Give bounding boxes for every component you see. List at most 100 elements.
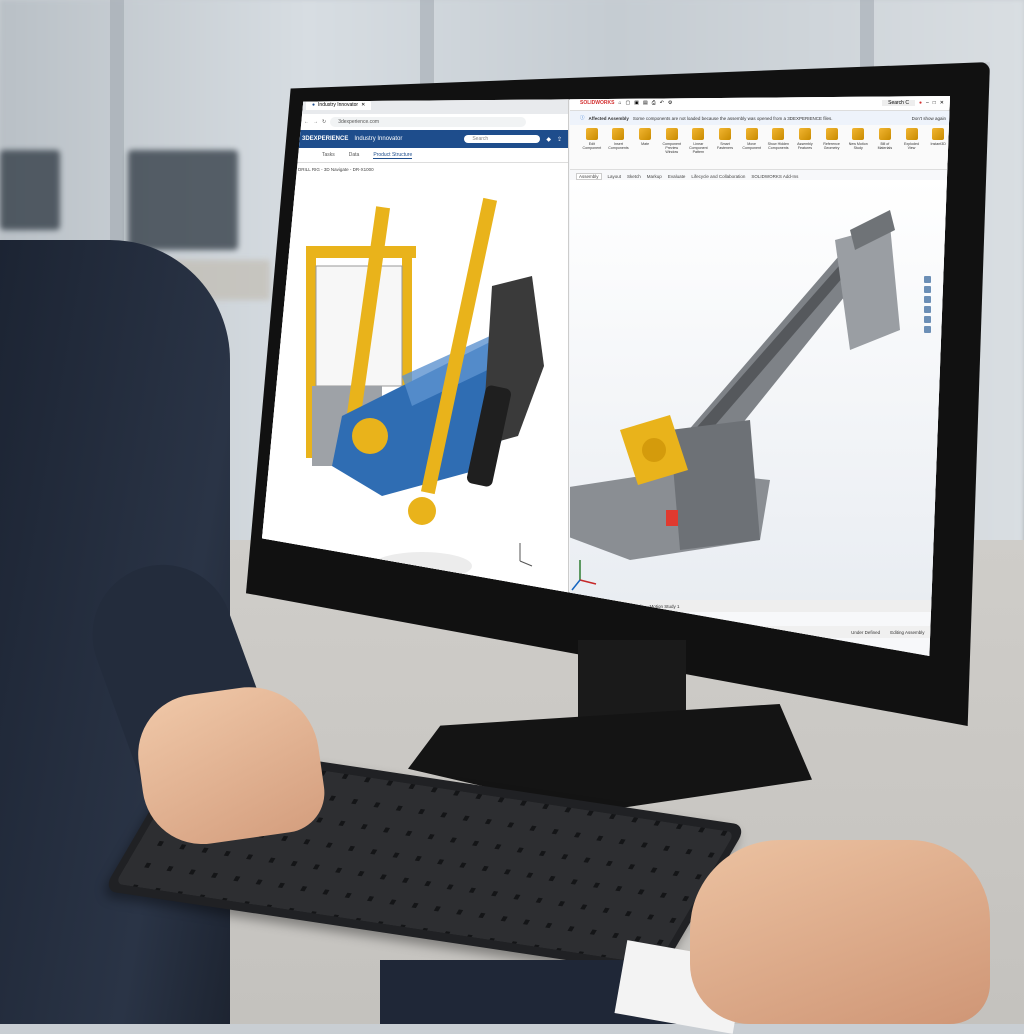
tab-evaluate[interactable]: Evaluate	[668, 174, 686, 179]
task-pane-tabs	[924, 276, 932, 333]
ribbon-button[interactable]: Exploded View	[900, 125, 924, 163]
drill-head	[408, 497, 436, 525]
solidworks-logo: SOLIDWORKS	[580, 100, 615, 106]
undo-icon[interactable]: ↶	[660, 100, 664, 106]
ribbon-button[interactable]: Component Preview Window	[660, 125, 684, 163]
tab-product-structure[interactable]: Product Structure	[373, 152, 413, 159]
graphics-area[interactable]	[550, 180, 950, 600]
status-defined: Under Defined	[851, 629, 881, 635]
app-brand: 3DEXPERIENCE	[302, 136, 349, 142]
address-bar-row: ← → ↻ 3dexperience.com	[262, 114, 568, 130]
tab-markup[interactable]: Markup	[647, 174, 662, 179]
ribbon-button[interactable]: Mate	[633, 125, 657, 163]
forward-icon[interactable]: →	[313, 119, 318, 125]
tab-data[interactable]: Data	[349, 152, 360, 158]
ribbon-label: Move Component	[742, 142, 761, 150]
print-icon[interactable]: ⎙	[652, 100, 656, 106]
close-icon[interactable]: ✕	[940, 100, 944, 106]
back-icon[interactable]: ←	[304, 119, 309, 125]
info-text: Some components are not loaded because t…	[632, 115, 833, 121]
exploded-view-icon	[905, 128, 918, 140]
move-component-icon	[745, 128, 758, 140]
bill-of-materials-icon	[878, 128, 891, 140]
ribbon-label: Component Preview Window	[662, 142, 682, 154]
dont-show-again-checkbox[interactable]: Don't show again	[912, 116, 946, 121]
close-icon[interactable]: ✕	[361, 102, 365, 108]
breadcrumb: DRILL RIG - 3D Navigate - DR-X1000	[262, 163, 568, 175]
cab-roof	[306, 246, 416, 258]
ribbon-button[interactable]: Show Hidden Components	[766, 125, 790, 163]
ribbon-button[interactable]: Assembly Features	[793, 125, 817, 163]
tab-layout[interactable]: Layout	[608, 174, 622, 179]
tab-sketch[interactable]: Sketch	[627, 174, 641, 179]
ribbon-label: Linear Component Pattern	[689, 142, 708, 154]
design-library-icon[interactable]	[924, 286, 931, 293]
tab-lifecycle[interactable]: Lifecycle and Collaboration	[691, 174, 745, 179]
edit-component-icon	[585, 128, 598, 140]
ribbon-button[interactable]: Edit Component	[580, 125, 604, 163]
browser-tab-title: Industry Innovator	[318, 102, 359, 108]
mate-icon	[639, 128, 652, 140]
ribbon-label: Show Hidden Components	[767, 142, 789, 150]
ribbon-label: Exploded View	[904, 142, 919, 150]
show-hidden-icon	[772, 128, 785, 140]
axis-triad	[571, 560, 597, 591]
smart-fasteners-icon	[719, 128, 732, 140]
home-icon[interactable]: ⌂	[618, 100, 621, 106]
red-component	[666, 510, 678, 526]
ribbon-button[interactable]: New Motion Study	[846, 125, 870, 163]
tab-assembly[interactable]: Assembly	[576, 172, 602, 180]
ribbon-button[interactable]: Reference Geometry	[820, 125, 844, 163]
maximize-icon[interactable]: □	[933, 100, 936, 106]
tab-addins[interactable]: SOLIDWORKS Add-Ins	[751, 174, 798, 179]
browser-tab[interactable]: ● Industry Innovator ✕	[306, 100, 372, 110]
settings-icon[interactable]: ⚙	[668, 100, 672, 106]
boom-column	[670, 420, 760, 550]
app-name[interactable]: Industry Innovator	[354, 136, 402, 142]
file-explorer-icon[interactable]	[924, 296, 931, 303]
gearbox-flange	[642, 438, 666, 462]
reference-geometry-icon	[825, 128, 838, 140]
boom-assembly-model	[550, 210, 900, 591]
view-palette-icon[interactable]	[924, 306, 931, 313]
info-icon: ⓘ	[580, 115, 585, 120]
open-icon[interactable]: ▣	[634, 100, 639, 106]
ribbon-label: Mate	[641, 142, 650, 146]
ribbon-button[interactable]: Smart Fasteners	[713, 125, 737, 163]
ribbon-button[interactable]: Bill of Materials	[873, 125, 897, 163]
ribbon-label: New Motion Study	[848, 142, 868, 150]
save-icon[interactable]: ▤	[643, 100, 648, 106]
appearances-icon[interactable]	[924, 316, 931, 323]
gear-housing	[352, 418, 388, 454]
info-banner: ⓘ Affected Assembly Some components are …	[570, 111, 950, 125]
ribbon-label: Insert Components	[608, 142, 629, 150]
ribbon-button[interactable]: Insert Components	[607, 125, 631, 163]
address-bar[interactable]: 3dexperience.com	[330, 117, 527, 127]
resources-icon[interactable]	[924, 276, 931, 283]
search-input[interactable]: Search	[464, 135, 541, 143]
content-tabs: Tasks Data Product Structure	[262, 148, 568, 163]
cad-search-input[interactable]: Search C	[882, 100, 915, 106]
breadcrumb-text: DRILL RIG - 3D Navigate - DR-X1000	[298, 166, 374, 172]
ribbon-label: Edit Component	[582, 142, 602, 150]
command-manager-ribbon: Edit Component Insert Components Mate Co…	[570, 125, 950, 170]
help-icon[interactable]: ●	[919, 100, 922, 106]
ribbon-label: Reference Geometry	[823, 142, 840, 150]
minimize-icon[interactable]: –	[926, 100, 929, 106]
custom-properties-icon[interactable]	[924, 326, 931, 333]
share-icon[interactable]: ⇪	[557, 136, 562, 143]
reload-icon[interactable]: ↻	[322, 119, 326, 125]
linear-pattern-icon	[692, 128, 705, 140]
ribbon-button[interactable]: Move Component	[740, 125, 764, 163]
ribbon-button[interactable]: Instant3D	[926, 125, 950, 163]
info-label: Affected Assembly	[588, 115, 629, 121]
insert-components-icon	[612, 128, 625, 140]
status-editing: Editing Assembly	[890, 629, 925, 635]
ribbon-button[interactable]: Linear Component Pattern	[687, 125, 711, 163]
tag-icon[interactable]: ◆	[546, 136, 551, 143]
ribbon-label: Assembly Features	[797, 142, 813, 150]
shield-icon: ●	[312, 102, 316, 108]
new-icon[interactable]: ▢	[625, 100, 630, 106]
motion-study-icon	[852, 128, 865, 140]
tab-tasks[interactable]: Tasks	[322, 152, 335, 158]
